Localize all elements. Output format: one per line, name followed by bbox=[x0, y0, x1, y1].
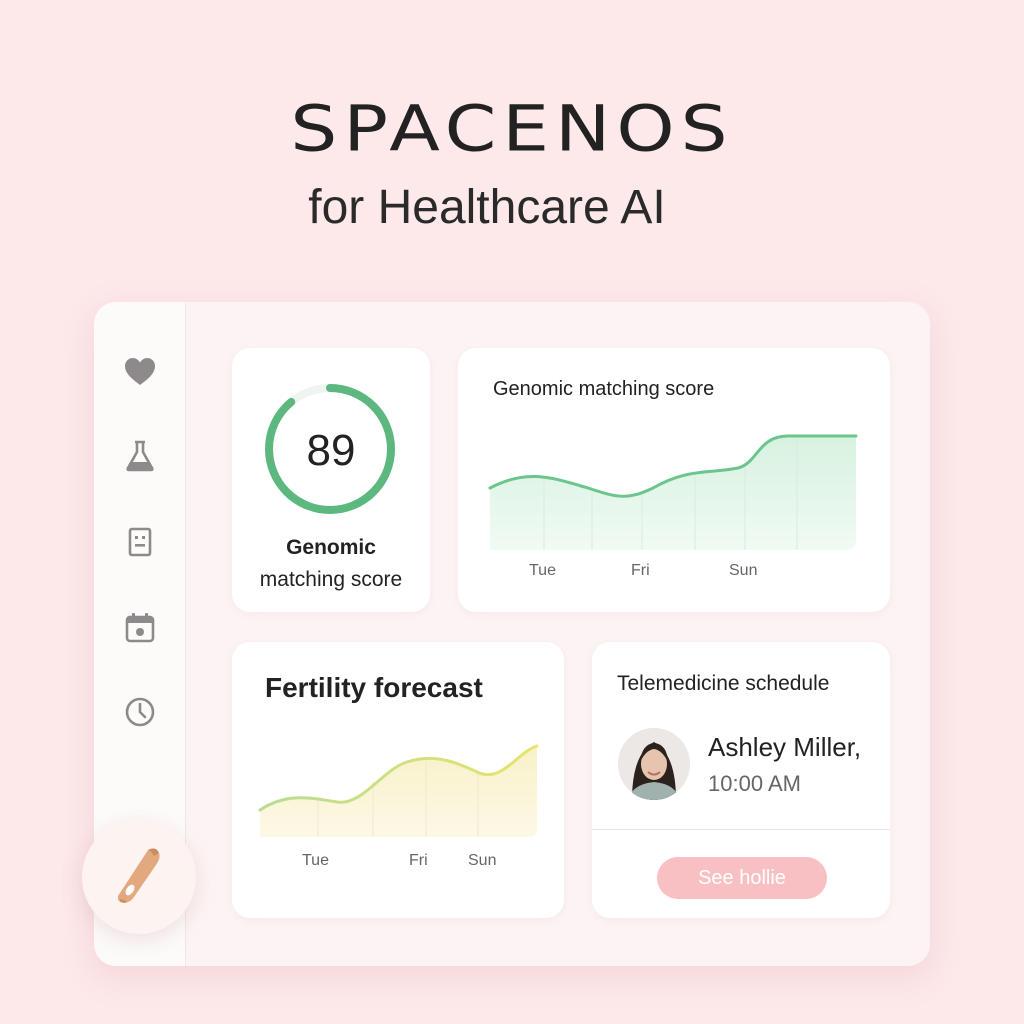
patient-photo bbox=[618, 728, 690, 800]
pen-icon bbox=[117, 848, 160, 903]
brand-tagline: for Healthcare AI bbox=[308, 181, 666, 234]
telemedicine-title: Telemedicine schedule bbox=[617, 672, 830, 695]
telemedicine-card: Telemedicine schedule Ashley Miller, 10:… bbox=[592, 642, 890, 918]
patient-name: Ashley Miller, bbox=[708, 732, 862, 762]
score-card: 89 Genomic matching score bbox=[232, 348, 430, 612]
score-value: 89 bbox=[306, 426, 356, 475]
genomic-chart-card: Genomic matching score Tue Fri Sun bbox=[458, 348, 890, 612]
divider bbox=[592, 829, 890, 830]
genomic-area bbox=[490, 436, 856, 550]
see-patient-button[interactable]: See hollie bbox=[657, 857, 827, 899]
sidebar-item-calendar[interactable] bbox=[122, 610, 158, 646]
genomic-tick-1: Fri bbox=[631, 562, 650, 579]
pen-button[interactable] bbox=[82, 820, 196, 934]
fertility-chart bbox=[258, 744, 539, 837]
sidebar-item-history[interactable] bbox=[122, 694, 158, 730]
score-label-line2: matching score bbox=[259, 568, 403, 591]
genomic-chart bbox=[488, 434, 858, 550]
calendar-icon bbox=[125, 613, 155, 643]
document-icon bbox=[128, 527, 152, 557]
fertility-tick-1: Fri bbox=[409, 852, 428, 869]
fertility-chart-card: Fertility forecast Tue Fri Sun bbox=[232, 642, 564, 918]
brand-title: SPACENOS bbox=[290, 92, 734, 166]
heart-icon bbox=[125, 358, 155, 385]
avatar[interactable] bbox=[618, 728, 690, 800]
sidebar-item-records[interactable] bbox=[122, 524, 158, 560]
clock-icon bbox=[125, 697, 155, 727]
genomic-tick-2: Sun bbox=[729, 562, 758, 579]
score-label: Genomic matching score bbox=[232, 532, 430, 596]
genomic-tick-0: Tue bbox=[529, 562, 556, 579]
score-label-line1: Genomic bbox=[286, 536, 376, 559]
flask-icon bbox=[126, 440, 154, 472]
sidebar-item-lab[interactable] bbox=[122, 438, 158, 474]
sidebar-item-heart[interactable] bbox=[122, 354, 158, 390]
fertility-tick-2: Sun bbox=[468, 852, 497, 869]
fertility-area bbox=[260, 746, 537, 837]
fertility-tick-0: Tue bbox=[302, 852, 329, 869]
dashboard-window: 89 Genomic matching score Genomic matchi… bbox=[82, 302, 930, 966]
appointment-time: 10:00 AM bbox=[708, 771, 801, 796]
